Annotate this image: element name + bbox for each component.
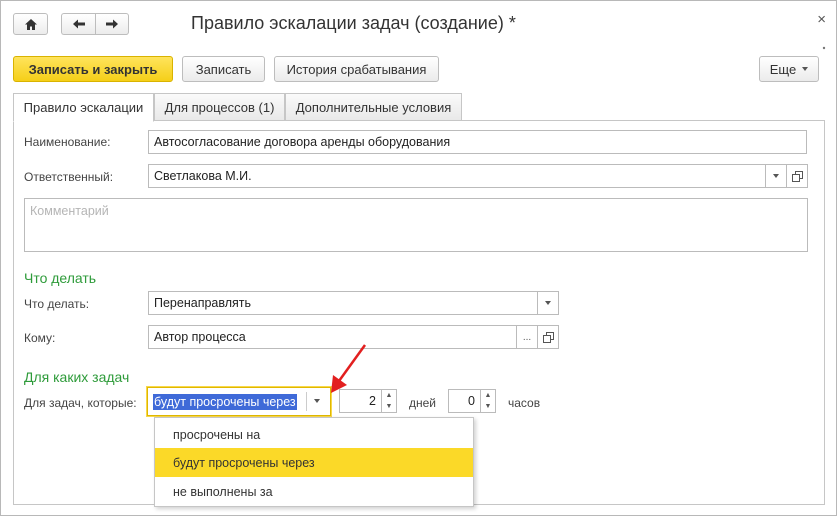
what-to-do-field[interactable]: Перенаправлять bbox=[148, 291, 538, 315]
open-window-icon bbox=[791, 170, 803, 182]
to-whom-open-button[interactable] bbox=[537, 325, 559, 349]
days-label: дней bbox=[409, 396, 437, 410]
name-label: Наименование: bbox=[24, 135, 111, 149]
resize-icon bbox=[822, 39, 826, 50]
what-to-do-label: Что делать: bbox=[24, 297, 90, 311]
spin-down-icon[interactable]: ▼ bbox=[382, 401, 396, 412]
what-to-do-dropdown-button[interactable] bbox=[537, 291, 559, 315]
save-and-close-button[interactable]: Записать и закрыть bbox=[13, 56, 173, 82]
more-button[interactable]: Еще bbox=[759, 56, 819, 82]
hours-input[interactable]: 0 bbox=[448, 389, 481, 413]
dropdown-option[interactable]: просрочены на bbox=[155, 420, 473, 449]
section-what-to-do: Что делать bbox=[24, 270, 97, 286]
combobox-divider bbox=[306, 392, 307, 411]
back-button[interactable] bbox=[61, 13, 95, 35]
responsible-field[interactable]: Светлакова М.И. bbox=[148, 164, 766, 188]
responsible-label: Ответственный: bbox=[24, 170, 114, 184]
responsible-dropdown-button[interactable] bbox=[765, 164, 787, 188]
chevron-down-icon bbox=[773, 174, 779, 178]
save-button[interactable]: Записать bbox=[182, 56, 265, 82]
section-which-tasks: Для каких задач bbox=[24, 369, 130, 385]
more-button-label: Еще bbox=[769, 61, 797, 77]
chevron-down-icon bbox=[545, 301, 551, 305]
arrow-left-icon bbox=[72, 19, 85, 29]
dropdown-option[interactable]: не выполнены за bbox=[155, 477, 473, 506]
hours-label: часов bbox=[508, 396, 541, 410]
spin-up-icon[interactable]: ▲ bbox=[382, 390, 396, 401]
responsible-open-button[interactable] bbox=[786, 164, 808, 188]
chevron-down-icon bbox=[802, 67, 809, 71]
dropdown-list: просрочены на будут просрочены через не … bbox=[154, 417, 474, 507]
window-title: Правило эскалации задач (создание) * bbox=[191, 13, 516, 33]
comment-textarea[interactable]: Комментарий bbox=[24, 198, 808, 252]
annotation-arrow-icon bbox=[331, 344, 367, 393]
chevron-down-icon[interactable] bbox=[314, 399, 320, 403]
tab-additional-conditions[interactable]: Дополнительные условия bbox=[285, 93, 462, 121]
dropdown-option-selected[interactable]: будут просрочены через bbox=[155, 448, 473, 477]
which-tasks-label: Для задач, которые: bbox=[24, 396, 137, 410]
tab-escalation-rule[interactable]: Правило эскалации bbox=[13, 93, 154, 122]
dialog-window: Правило эскалации задач (создание) * × З… bbox=[0, 0, 837, 516]
hours-spinner[interactable]: ▲ ▼ bbox=[480, 389, 496, 413]
tab-processes[interactable]: Для процессов (1) bbox=[154, 93, 285, 121]
open-window-icon bbox=[542, 331, 554, 343]
which-tasks-combobox[interactable]: будут просрочены через bbox=[147, 387, 331, 416]
spin-down-icon[interactable]: ▼ bbox=[481, 401, 495, 412]
to-whom-label: Кому: bbox=[24, 331, 56, 345]
to-whom-select-button[interactable]: ... bbox=[516, 325, 538, 349]
home-button[interactable] bbox=[13, 13, 48, 35]
trigger-history-button[interactable]: История срабатывания bbox=[274, 56, 439, 82]
home-icon bbox=[24, 18, 37, 30]
spin-up-icon[interactable]: ▲ bbox=[481, 390, 495, 401]
days-spinner[interactable]: ▲ ▼ bbox=[381, 389, 397, 413]
which-tasks-selected-value: будут просрочены через bbox=[153, 393, 297, 410]
forward-button[interactable] bbox=[95, 13, 129, 35]
arrow-right-icon bbox=[106, 19, 118, 29]
name-field[interactable]: Автосогласование договора аренды оборудо… bbox=[148, 130, 807, 154]
close-icon[interactable]: × bbox=[817, 11, 826, 28]
